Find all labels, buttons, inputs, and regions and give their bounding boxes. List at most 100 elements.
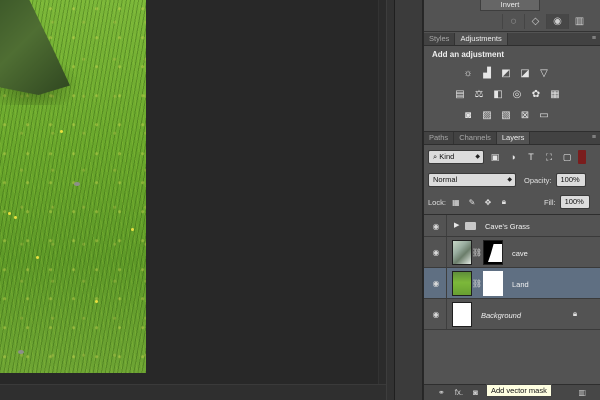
brightness-icon[interactable]: ☼ xyxy=(460,66,476,80)
levels-icon[interactable]: ▟ xyxy=(479,66,495,80)
layer-mask-thumbnail[interactable] xyxy=(483,240,503,265)
tab-layers[interactable]: Layers xyxy=(496,132,531,144)
layer-name: Land xyxy=(512,280,529,289)
photo-filter-icon[interactable]: ◎ xyxy=(509,87,525,101)
mask-icon[interactable]: ◙ xyxy=(473,388,478,397)
folder-icon xyxy=(465,222,476,230)
type-filter-icon[interactable]: T xyxy=(524,150,538,164)
tab-paths[interactable]: Paths xyxy=(424,132,455,144)
lock-all-icon[interactable]: 🔒︎ xyxy=(498,196,510,208)
expand-triangle-icon[interactable]: ▶ xyxy=(454,221,459,229)
layer-thumbnail xyxy=(452,271,472,296)
tab-styles[interactable]: Styles xyxy=(424,33,456,45)
selective-color-icon[interactable]: ⊠ xyxy=(517,108,533,122)
blend-mode-select[interactable]: Normal ◆ xyxy=(428,173,516,187)
flower xyxy=(131,228,134,231)
layer-filter-row: ⌕ Kind ◆ ▣ ◑ T ⛶ ▢ xyxy=(428,149,596,165)
flower xyxy=(14,216,17,219)
link-icon[interactable]: ⛓ xyxy=(472,277,482,289)
layer-mask-thumbnail[interactable] xyxy=(483,271,503,296)
fill-label: Fill: xyxy=(543,197,556,207)
eye-icon[interactable]: ◉ xyxy=(546,14,568,29)
blend-mode-value: Normal xyxy=(433,175,458,184)
black-white-icon[interactable]: ◧ xyxy=(490,87,506,101)
trash-icon[interactable]: ▥ xyxy=(568,14,590,29)
properties-icons: ◌ ◇ ◉ ▥ xyxy=(424,13,600,30)
lock-transparent-icon[interactable]: ▦ xyxy=(450,196,462,208)
lock-row: Lock: ▦ ✎ ✥ 🔒︎ Fill: 100% xyxy=(428,194,596,210)
link-icon[interactable]: ⛓ xyxy=(472,246,482,258)
hue-sat-icon[interactable]: ▤ xyxy=(452,87,468,101)
visibility-eye-icon[interactable]: ◉ xyxy=(430,221,442,231)
kind-filter-select[interactable]: ⌕ Kind ◆ xyxy=(428,150,484,164)
layer-land[interactable]: ◉ ⛓ Land xyxy=(424,268,600,299)
pixel-filter-icon[interactable]: ▣ xyxy=(488,150,502,164)
selection-icon[interactable]: ◌ xyxy=(502,14,524,29)
tooltip: Add vector mask xyxy=(486,384,552,397)
panel-menu-icon[interactable]: ≡ xyxy=(592,33,596,45)
opacity-input[interactable]: 100% xyxy=(555,173,586,187)
filter-toggle[interactable] xyxy=(578,150,586,164)
visibility-eye-icon[interactable]: ◉ xyxy=(430,247,442,257)
layers-tabbar: Paths Channels Layers ≡ xyxy=(424,132,600,145)
document-image[interactable] xyxy=(0,0,146,373)
exposure-icon[interactable]: ◪ xyxy=(517,66,533,80)
color-lookup-icon[interactable]: ▦ xyxy=(547,87,563,101)
eye-separator xyxy=(446,268,447,298)
adjustment-filter-icon[interactable]: ◑ xyxy=(506,150,520,164)
tree-trunk xyxy=(0,0,70,95)
canvas-workspace[interactable] xyxy=(0,0,395,400)
shapes-icon[interactable]: ◇ xyxy=(524,14,546,29)
tab-adjustments[interactable]: Adjustments xyxy=(455,33,508,45)
layer-name: cave xyxy=(512,249,528,258)
lock-position-icon[interactable]: ✥ xyxy=(482,196,494,208)
link-icon[interactable]: ⚭ xyxy=(438,388,445,397)
properties-strip: Invert ◌ ◇ ◉ ▥ xyxy=(424,0,600,32)
layer-thumbnail xyxy=(452,240,472,265)
adjustment-row-3: ◙ ▨ ▧ ⊠ ▭ xyxy=(460,108,552,122)
posterize-icon[interactable]: ▨ xyxy=(479,108,495,122)
adjustment-row-1: ☼ ▟ ◩ ◪ ▽ xyxy=(460,66,552,80)
color-balance-icon[interactable]: ⚖ xyxy=(471,87,487,101)
trash-icon[interactable]: ▥ xyxy=(578,388,586,397)
lock-label: Lock: xyxy=(428,197,446,207)
curves-icon[interactable]: ◩ xyxy=(498,66,514,80)
chevron-down-icon: ◆ xyxy=(507,177,512,183)
layer-cave[interactable]: ◉ ⛓ cave xyxy=(424,237,600,268)
right-panel: Invert ◌ ◇ ◉ ▥ Styles Adjustments ≡ Add … xyxy=(424,0,600,400)
flower xyxy=(8,212,11,215)
fx-icon[interactable]: fx. xyxy=(455,388,463,397)
layer-background[interactable]: ◉ Background 🔒︎ xyxy=(424,299,600,330)
panel-menu-icon[interactable]: ≡ xyxy=(592,132,596,144)
threshold-icon[interactable]: ▧ xyxy=(498,108,514,122)
layer-group-caves-grass[interactable]: ◉ ▶ Cave's Grass xyxy=(424,215,600,237)
layers-list: ◉ ▶ Cave's Grass ◉ ⛓ cave ◉ ⛓ Land ◉ Bac… xyxy=(424,214,600,384)
adjustments-title: Add an adjustment xyxy=(432,50,505,59)
smart-object-filter-icon[interactable]: ▢ xyxy=(560,150,574,164)
lock-brush-icon[interactable]: ✎ xyxy=(466,196,478,208)
adjustments-tabbar: Styles Adjustments ≡ xyxy=(424,33,600,46)
layer-thumbnail xyxy=(452,302,472,327)
tab-channels[interactable]: Channels xyxy=(454,132,497,144)
blend-row: Normal ◆ Opacity: 100% xyxy=(428,172,596,188)
layer-name: Cave's Grass xyxy=(485,222,530,231)
fill-input[interactable]: 100% xyxy=(559,195,590,209)
visibility-eye-icon[interactable]: ◉ xyxy=(430,309,442,319)
shape-filter-icon[interactable]: ⛶ xyxy=(542,150,556,164)
channel-mixer-icon[interactable]: ✿ xyxy=(528,87,544,101)
chevron-down-icon: ◆ xyxy=(475,154,480,160)
rock xyxy=(18,350,24,354)
vibrance-icon[interactable]: ▽ xyxy=(536,66,552,80)
lock-icon: 🔒︎ xyxy=(572,309,578,318)
flower xyxy=(36,256,39,259)
visibility-eye-icon[interactable]: ◉ xyxy=(430,278,442,288)
panel-divider[interactable] xyxy=(386,0,395,400)
invert-button[interactable]: Invert xyxy=(480,0,540,11)
gradient-map-icon[interactable]: ▭ xyxy=(536,108,552,122)
eye-separator xyxy=(446,215,447,236)
invert-icon[interactable]: ◙ xyxy=(460,108,476,122)
eye-separator xyxy=(446,299,447,329)
flower xyxy=(95,300,98,303)
collapsed-panel-column[interactable] xyxy=(395,0,423,400)
vertical-scrollbar[interactable] xyxy=(378,0,386,384)
